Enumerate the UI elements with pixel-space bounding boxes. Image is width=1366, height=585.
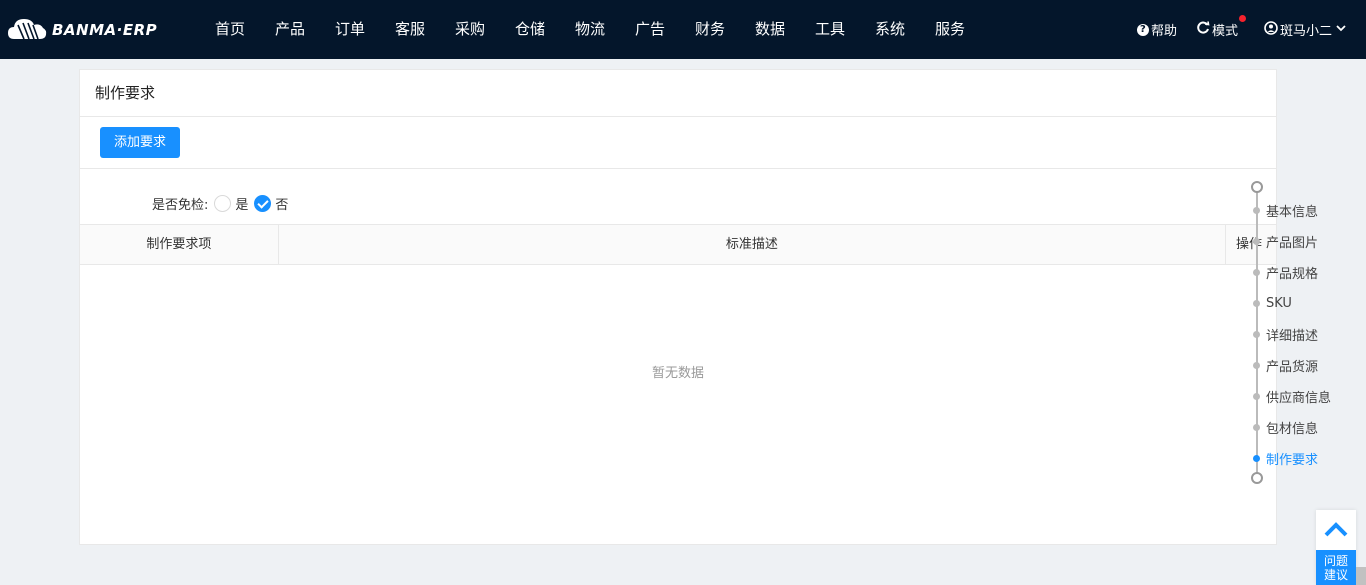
anchor-dot — [1253, 237, 1260, 245]
section-anchor-nav: 基本信息 产品图片 产品规格 SKU 详细描述 产品货源 供应商信息 包材信息 … — [1250, 180, 1366, 485]
scrollbar-thumb[interactable] — [1356, 567, 1366, 585]
empty-state-text: 暂无数据 — [651, 366, 704, 381]
anchor-label: 产品规格 — [1266, 266, 1319, 282]
nav-item-customer-service[interactable]: 客服 — [380, 0, 440, 59]
column-header-requirement: 制作要求项 — [80, 225, 279, 264]
top-navbar: BANMA·ERP 首页 产品 订单 客服 采购 仓储 物流 广告 财务 数据 … — [0, 0, 1366, 59]
anchor-item-basic-info[interactable]: 基本信息 — [1250, 200, 1318, 220]
requirements-card: 制作要求 添加要求 是否免检: 是 否 制作要求项 标准描述 操作 暂无数据 — [79, 69, 1277, 545]
table-header: 制作要求项 标准描述 操作 — [80, 224, 1276, 265]
anchor-dot — [1253, 423, 1260, 431]
anchor-dot — [1253, 361, 1260, 369]
anchor-item-requirements[interactable]: 制作要求 — [1250, 448, 1318, 468]
feedback-button[interactable]: 问题 建议 — [1316, 550, 1356, 585]
anchor-label: SKU — [1266, 295, 1292, 311]
inspection-exempt-row: 是否免检: 是 否 — [80, 183, 1276, 223]
radio-circle-yes[interactable] — [214, 194, 232, 212]
nav-item-warehouse[interactable]: 仓储 — [500, 0, 560, 59]
nav-item-products[interactable]: 产品 — [260, 0, 320, 59]
anchor-label: 详细描述 — [1266, 328, 1319, 344]
card-title: 制作要求 — [80, 70, 1276, 117]
main-nav: 首页 产品 订单 客服 采购 仓储 物流 广告 财务 数据 工具 系统 服务 — [200, 0, 980, 59]
radio-circle-no[interactable] — [254, 194, 272, 212]
chevron-up-icon — [1324, 522, 1348, 537]
nav-item-home[interactable]: 首页 — [200, 0, 260, 59]
anchor-label: 供应商信息 — [1266, 390, 1332, 406]
anchor-label: 产品货源 — [1266, 359, 1319, 375]
brand-name: BANMA·ERP — [52, 21, 158, 39]
anchor-dot — [1253, 392, 1260, 400]
nav-item-logistics[interactable]: 物流 — [560, 0, 620, 59]
nav-item-data[interactable]: 数据 — [740, 0, 800, 59]
anchor-item-packaging-info[interactable]: 包材信息 — [1250, 417, 1318, 437]
refresh-icon — [1197, 21, 1210, 38]
back-to-top-button[interactable] — [1316, 510, 1356, 548]
radio-exempt-no[interactable]: 否 — [254, 194, 292, 213]
nav-item-purchasing[interactable]: 采购 — [440, 0, 500, 59]
inspection-exempt-label: 是否免检: — [152, 197, 209, 213]
add-requirement-button[interactable]: 添加要求 — [100, 127, 180, 158]
feedback-label-line2: 建议 — [1323, 568, 1348, 582]
anchor-dot — [1253, 206, 1260, 214]
nav-item-ads[interactable]: 广告 — [620, 0, 680, 59]
anchor-bottom-cap — [1251, 472, 1263, 484]
anchor-dot — [1253, 454, 1260, 462]
user-icon — [1264, 20, 1278, 39]
anchor-item-product-images[interactable]: 产品图片 — [1250, 231, 1318, 251]
help-button[interactable]: ? 帮助 — [1136, 20, 1177, 39]
column-header-description: 标准描述 — [279, 225, 1227, 264]
feedback-label-line1: 问题 — [1323, 554, 1348, 568]
header-tools: ? 帮助 模式 斑马小二 — [1136, 0, 1366, 59]
anchor-item-product-source[interactable]: 产品货源 — [1250, 355, 1318, 375]
anchor-dot — [1253, 268, 1260, 276]
anchor-label: 包材信息 — [1266, 421, 1319, 437]
nav-item-system[interactable]: 系统 — [860, 0, 920, 59]
notification-dot — [1238, 15, 1246, 22]
chevron-down-icon — [1336, 24, 1346, 35]
mode-label: 模式 — [1211, 24, 1238, 39]
nav-item-services[interactable]: 服务 — [920, 0, 980, 59]
radio-exempt-yes[interactable]: 是 — [214, 194, 252, 213]
mode-button[interactable]: 模式 — [1197, 15, 1246, 39]
anchor-item-detail-description[interactable]: 详细描述 — [1250, 324, 1318, 344]
anchor-item-sku[interactable]: SKU — [1250, 293, 1292, 313]
nav-item-tools[interactable]: 工具 — [800, 0, 860, 59]
radio-no-label: 否 — [275, 197, 289, 213]
feedback-widget: 问题 建议 — [1316, 510, 1356, 585]
nav-item-orders[interactable]: 订单 — [320, 0, 380, 59]
anchor-label: 产品图片 — [1266, 235, 1319, 251]
help-label: 帮助 — [1150, 24, 1177, 39]
zebra-cloud-icon — [8, 19, 47, 40]
anchor-label: 制作要求 — [1266, 452, 1319, 468]
anchor-label: 基本信息 — [1266, 204, 1319, 220]
nav-item-finance[interactable]: 财务 — [680, 0, 740, 59]
anchor-top-cap — [1251, 181, 1263, 193]
brand-logo[interactable]: BANMA·ERP — [6, 12, 157, 48]
user-name: 斑马小二 — [1279, 24, 1332, 39]
user-menu[interactable]: 斑马小二 — [1264, 20, 1346, 39]
requirements-table: 制作要求项 标准描述 操作 暂无数据 — [80, 224, 1276, 381]
radio-yes-label: 是 — [235, 197, 249, 213]
question-icon: ? — [1136, 23, 1149, 36]
anchor-item-product-specs[interactable]: 产品规格 — [1250, 262, 1318, 282]
anchor-dot — [1253, 299, 1260, 307]
card-toolbar: 添加要求 — [80, 117, 1276, 169]
anchor-item-supplier-info[interactable]: 供应商信息 — [1250, 386, 1331, 406]
anchor-dot — [1253, 330, 1260, 338]
